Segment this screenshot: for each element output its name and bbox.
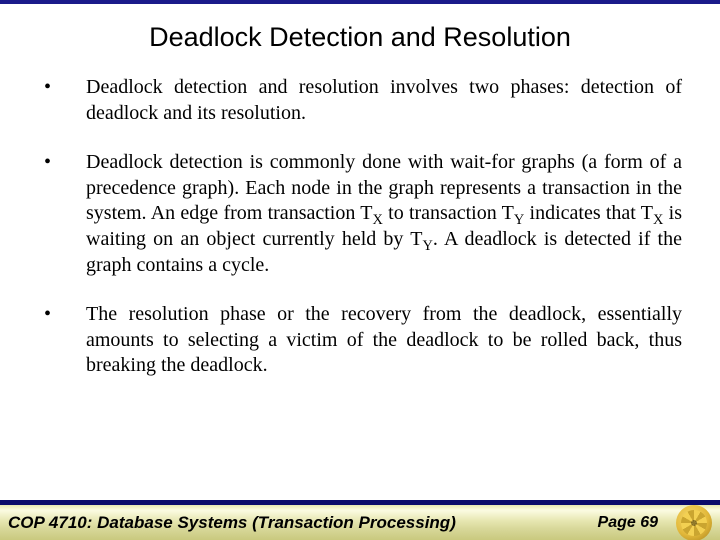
footer-bar: COP 4710: Database Systems (Transaction … xyxy=(0,500,720,540)
b2-sub-x2: X xyxy=(653,212,663,228)
slide-title: Deadlock Detection and Resolution xyxy=(38,22,682,53)
footer-course: COP 4710: Database Systems (Transaction … xyxy=(8,513,598,533)
ucf-pegasus-logo-icon xyxy=(676,505,712,540)
footer-page: Page 69 xyxy=(598,514,658,532)
b2-sub-x1: X xyxy=(372,212,382,228)
bullet-1: Deadlock detection and resolution involv… xyxy=(38,75,682,126)
bullet-list: Deadlock detection and resolution involv… xyxy=(38,75,682,379)
slide-body: Deadlock Detection and Resolution Deadlo… xyxy=(0,4,720,500)
b2-sub-y1: Y xyxy=(514,212,524,228)
bullet-3: The resolution phase or the recovery fro… xyxy=(38,302,682,379)
b2-text: indicates that T xyxy=(524,202,653,224)
b2-sub-y2: Y xyxy=(422,238,432,254)
b2-text: to transaction T xyxy=(383,202,514,224)
bullet-2: Deadlock detection is commonly done with… xyxy=(38,150,682,278)
